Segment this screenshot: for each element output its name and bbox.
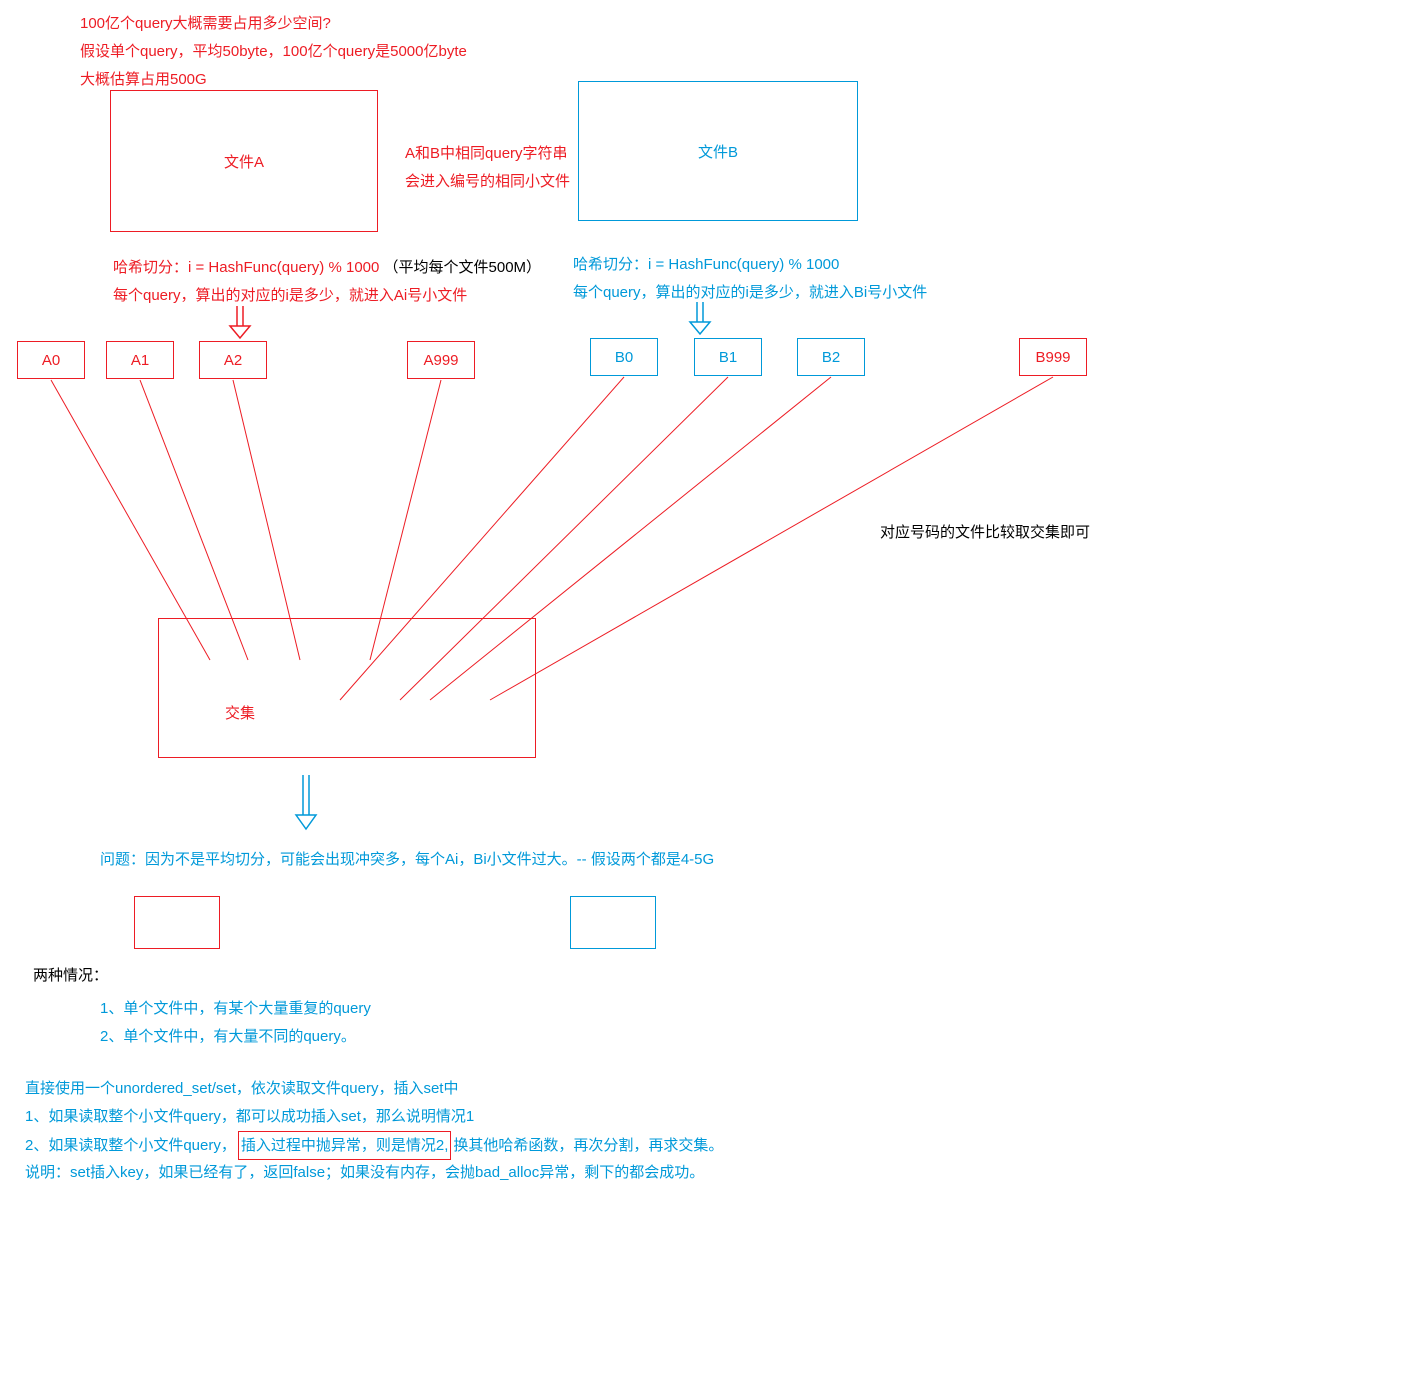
solution-1: 直接使用一个unordered_set/set，依次读取文件query，插入se… <box>25 1075 458 1102</box>
hash-b-line1: 哈希切分：i = HashFunc(query) % 1000 <box>573 251 839 278</box>
solution-3: 2、如果读取整个小文件query， 插入过程中抛异常，则是情况2, 换其他哈希函… <box>25 1131 723 1160</box>
bucket-a2-label: A2 <box>224 352 242 369</box>
intersection-box: 交集 <box>158 618 536 758</box>
solution-3-post: 换其他哈希函数，再次分割，再求交集。 <box>453 1132 723 1159</box>
solution-2: 1、如果读取整个小文件query，都可以成功插入set，那么说明情况1 <box>25 1103 474 1130</box>
case-2: 2、单个文件中，有大量不同的query。 <box>100 1023 356 1050</box>
bucket-a1-label: A1 <box>131 352 149 369</box>
bucket-b2: B2 <box>797 338 865 376</box>
hash-a-line2: 每个query，算出的对应的i是多少，就进入Ai号小文件 <box>113 282 467 309</box>
file-b-box: 文件B <box>578 81 858 221</box>
hash-b-line2: 每个query，算出的对应的i是多少，就进入Bi号小文件 <box>573 279 927 306</box>
bucket-a0-label: A0 <box>42 352 60 369</box>
bucket-b999-label: B999 <box>1035 349 1070 366</box>
bucket-b0: B0 <box>590 338 658 376</box>
bucket-b1-label: B1 <box>719 349 737 366</box>
bucket-a999: A999 <box>407 341 475 379</box>
hash-a-formula: 哈希切分：i = HashFunc(query) % 1000 <box>113 259 379 276</box>
solution-3-pre: 2、如果读取整个小文件query， <box>25 1132 236 1159</box>
case-1: 1、单个文件中，有某个大量重复的query <box>100 995 371 1022</box>
cases-title: 两种情况： <box>33 962 108 989</box>
bucket-b1: B1 <box>694 338 762 376</box>
solution-3-boxed: 插入过程中抛异常，则是情况2, <box>238 1131 452 1160</box>
bucket-b999: B999 <box>1019 338 1087 376</box>
file-a-label: 文件A <box>224 151 264 172</box>
intro-line-2: 假设单个query，平均50byte，100亿个query是5000亿byte <box>80 38 467 65</box>
bucket-b2-label: B2 <box>822 349 840 366</box>
bucket-a1: A1 <box>106 341 174 379</box>
file-a-box: 文件A <box>110 90 378 232</box>
bucket-a2: A2 <box>199 341 267 379</box>
solution-4: 说明：set插入key，如果已经有了，返回false；如果没有内存，会抛bad_… <box>25 1159 704 1186</box>
intro-line-3: 大概估算占用500G <box>80 66 207 93</box>
small-box-blue <box>570 896 656 949</box>
arrow-intersection-down-icon <box>296 775 316 829</box>
small-box-red <box>134 896 220 949</box>
intersect-note: 对应号码的文件比较取交集即可 <box>880 519 1090 546</box>
intersection-label: 交集 <box>225 702 255 723</box>
hash-a-suffix: （平均每个文件500M） <box>384 259 542 276</box>
bucket-b0-label: B0 <box>615 349 633 366</box>
bucket-a0: A0 <box>17 341 85 379</box>
middle-note-2: 会进入编号的相同小文件 <box>405 168 570 195</box>
arrow-down-a-icon <box>230 306 250 338</box>
middle-note-1: A和B中相同query字符串 <box>405 140 568 167</box>
arrow-down-b-icon <box>690 302 710 334</box>
intro-line-1: 100亿个query大概需要占用多少空间? <box>80 10 331 37</box>
file-b-label: 文件B <box>698 141 738 162</box>
problem-text: 问题：因为不是平均切分，可能会出现冲突多，每个Ai，Bi小文件过大。-- 假设两… <box>100 846 714 873</box>
hash-a-line1: 哈希切分：i = HashFunc(query) % 1000 （平均每个文件5… <box>113 254 541 281</box>
bucket-a999-label: A999 <box>423 352 458 369</box>
